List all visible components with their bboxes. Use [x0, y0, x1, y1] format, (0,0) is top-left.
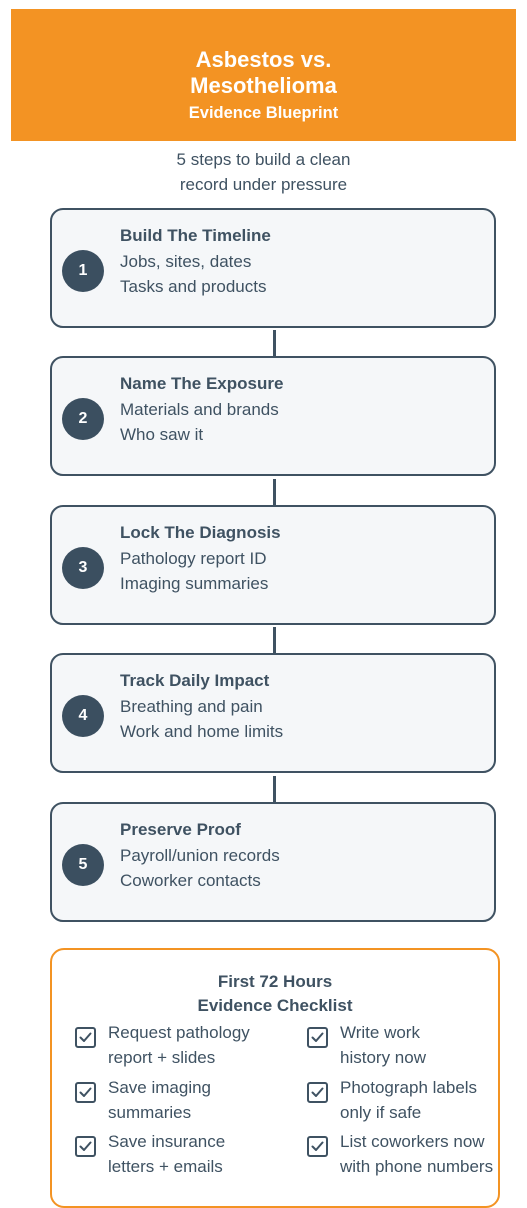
step-card-1: 1 Build The Timeline Jobs, sites, dates … [50, 208, 496, 328]
step-title: Preserve Proof [120, 820, 241, 839]
checklist-item-text: only if safe [340, 1103, 422, 1122]
step-detail-line1: Payroll/union records [120, 846, 280, 865]
step-detail-line2: Work and home limits [120, 722, 284, 741]
step-number-badge: 1 [62, 250, 104, 292]
step-title: Name The Exposure [120, 374, 284, 393]
checklist-item-text: Request pathology [108, 1023, 250, 1042]
connector-1-2 [273, 330, 276, 356]
checklist-item-text: history now [340, 1048, 426, 1067]
step-number-badge: 3 [62, 547, 104, 589]
step-title: Build The Timeline [120, 226, 271, 245]
step-number-badge: 5 [62, 844, 104, 886]
checklist-item-text: with phone numbers [340, 1157, 494, 1176]
connector-4-5 [273, 776, 276, 802]
intro-line2: record under pressure [179, 175, 348, 194]
step-detail-line1: Materials and brands [120, 400, 279, 419]
header-banner: Asbestos vs. Mesothelioma Evidence Bluep… [11, 9, 516, 141]
step-number-badge: 2 [62, 398, 104, 440]
checklist-item-text: Write work [340, 1023, 420, 1042]
checked-box-icon [307, 1027, 328, 1048]
checklist-title-line2: Evidence Checklist [197, 996, 353, 1015]
step-number-badge: 4 [62, 695, 104, 737]
header-title-line1: Asbestos vs. [195, 47, 332, 72]
checked-box-icon [75, 1027, 96, 1048]
checklist-item-text: List coworkers now [340, 1132, 485, 1151]
step-detail-line2: Tasks and products [120, 277, 267, 296]
step-detail-line1: Pathology report ID [120, 549, 267, 568]
checklist-title-line1: First 72 Hours [217, 972, 333, 991]
checked-box-icon [307, 1082, 328, 1103]
connector-2-3 [273, 479, 276, 505]
step-card-2: 2 Name The Exposure Materials and brands… [50, 356, 496, 476]
step-card-5: 5 Preserve Proof Payroll/union records C… [50, 802, 496, 922]
step-detail-line2: Who saw it [120, 425, 204, 444]
step-detail-line2: Imaging summaries [120, 574, 269, 593]
checklist-item-text: Photograph labels [340, 1078, 478, 1097]
step-card-4: 4 Track Daily Impact Breathing and pain … [50, 653, 496, 773]
connector-3-4 [273, 627, 276, 653]
intro-line1: 5 steps to build a clean [176, 150, 351, 169]
header-title-line2: Mesothelioma [190, 73, 337, 98]
checklist-item-text: Save imaging [108, 1078, 212, 1097]
step-card-3: 3 Lock The Diagnosis Pathology report ID… [50, 505, 496, 625]
step-title: Track Daily Impact [120, 671, 270, 690]
step-title: Lock The Diagnosis [120, 523, 281, 542]
step-detail-line1: Breathing and pain [120, 697, 263, 716]
checked-box-icon [75, 1082, 96, 1103]
checklist-item-text: Save insurance [108, 1132, 226, 1151]
checked-box-icon [75, 1136, 96, 1157]
evidence-checklist-panel: First 72 Hours Evidence Checklist Reques… [50, 948, 500, 1208]
checklist-item-text: letters + emails [108, 1157, 223, 1176]
checklist-item-text: report + slides [108, 1048, 216, 1067]
step-detail-line2: Coworker contacts [120, 871, 261, 890]
checked-box-icon [307, 1136, 328, 1157]
step-detail-line1: Jobs, sites, dates [120, 252, 252, 271]
checklist-item-text: summaries [108, 1103, 192, 1122]
header-subtitle: Evidence Blueprint [188, 104, 339, 122]
